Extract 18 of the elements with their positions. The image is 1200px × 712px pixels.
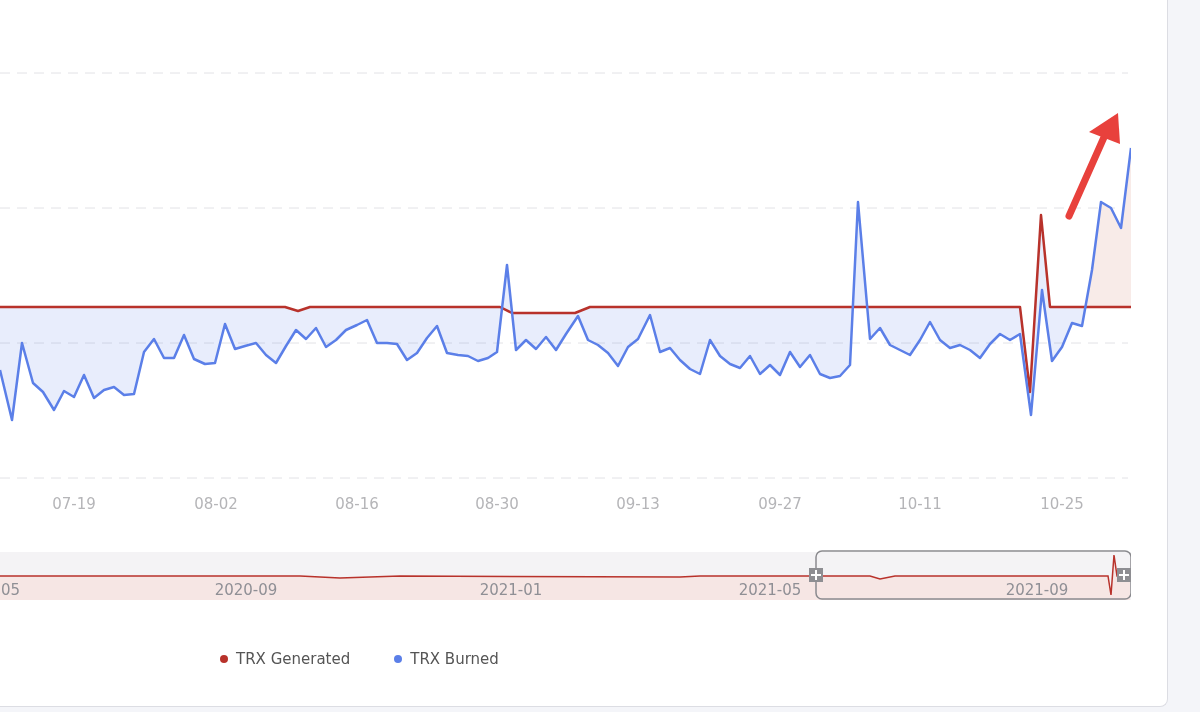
axis-label: 09-13: [616, 495, 660, 513]
axis-label: 2021-05: [738, 581, 802, 599]
range-selector[interactable]: [815, 550, 1131, 600]
axis-label: 05: [1, 581, 21, 599]
axis-label: 2021-01: [479, 581, 543, 599]
axis-label: 2021-09: [1005, 581, 1069, 599]
axis-label: 07-19: [52, 495, 96, 513]
axis-label: 10-11: [898, 495, 942, 513]
legend-item[interactable]: TRX Generated: [220, 648, 351, 670]
axis-label: 08-02: [194, 495, 238, 513]
legend-item[interactable]: TRX Burned: [394, 648, 499, 670]
axis-label: 10-25: [1040, 495, 1084, 513]
right-handle[interactable]: [1117, 568, 1131, 582]
axis-label: 2020-09: [214, 581, 278, 599]
axis-label: 08-16: [335, 495, 379, 513]
axis-label: 09-27: [758, 495, 802, 513]
axis-label: 08-30: [475, 495, 519, 513]
left-handle[interactable]: [809, 568, 823, 582]
